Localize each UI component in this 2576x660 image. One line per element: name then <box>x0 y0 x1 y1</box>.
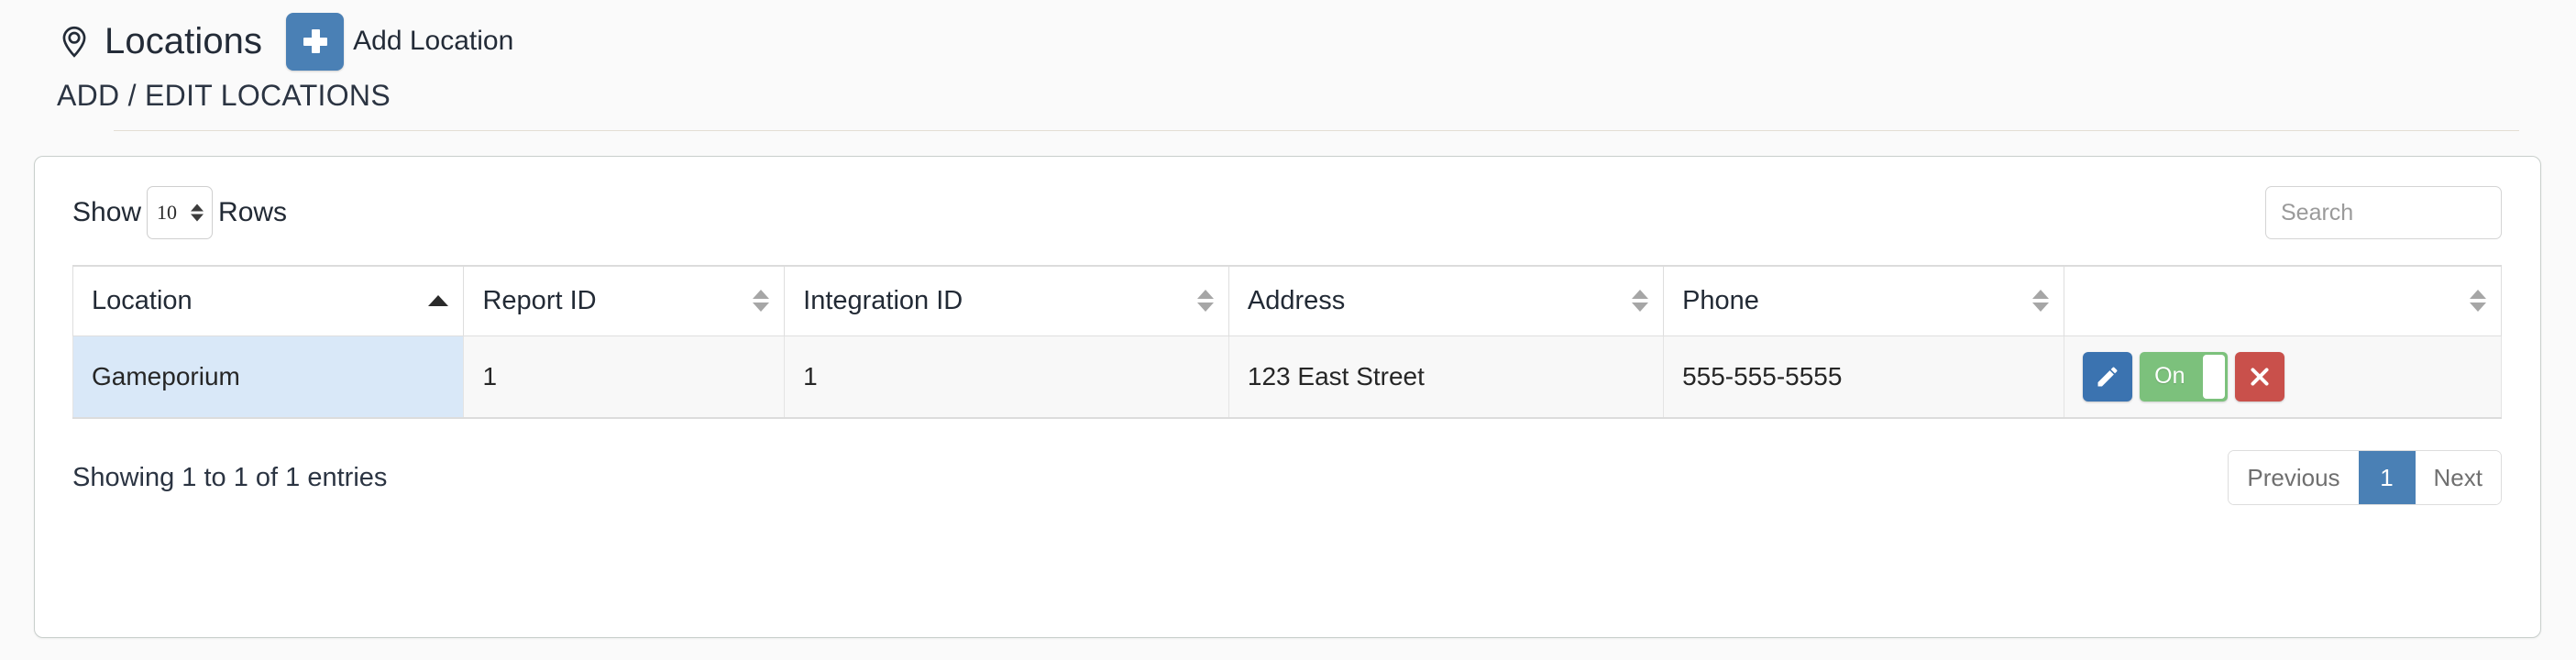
sort-ascending-icon[interactable] <box>428 295 449 307</box>
table-controls: Show 10 Rows <box>35 157 2540 239</box>
column-header-label: Report ID <box>482 285 597 315</box>
header-divider <box>114 130 2519 131</box>
show-rows-control: Show 10 Rows <box>72 186 287 239</box>
column-header-report-id[interactable]: Report ID <box>463 265 786 336</box>
column-header-location[interactable]: Location <box>72 265 465 336</box>
cell-location: Gameporium <box>72 335 465 419</box>
close-x-icon <box>2248 365 2272 389</box>
cell-phone: 555-555-5555 <box>1663 335 2065 419</box>
entries-info: Showing 1 to 1 of 1 entries <box>72 462 388 492</box>
add-location-label[interactable]: Add Location <box>353 26 513 57</box>
sort-toggle-icon[interactable] <box>2032 290 2050 313</box>
column-header-phone[interactable]: Phone <box>1663 265 2065 336</box>
delete-location-button[interactable] <box>2235 351 2285 402</box>
column-header-integration-id[interactable]: Integration ID <box>784 265 1229 336</box>
table-footer: Showing 1 to 1 of 1 entries Previous 1 N… <box>35 419 2540 505</box>
sort-toggle-icon[interactable] <box>753 290 770 313</box>
cell-report-id: 1 <box>463 335 786 419</box>
locations-card: Show 10 Rows Location Report ID <box>34 156 2541 638</box>
pencil-icon <box>2095 364 2120 390</box>
title-row: Locations Add Location <box>57 12 2576 71</box>
column-header-label: Integration ID <box>803 285 963 315</box>
pagination-next[interactable]: Next <box>2415 451 2501 504</box>
location-status-toggle[interactable]: On <box>2140 351 2229 402</box>
rows-label: Rows <box>218 197 288 227</box>
table-row[interactable]: Gameporium 1 1 123 East Street 555-555-5… <box>72 335 2502 419</box>
rows-per-page-value: 10 <box>157 201 178 224</box>
sort-toggle-icon[interactable] <box>1632 290 1649 313</box>
rows-per-page-stepper[interactable]: 10 <box>147 186 214 239</box>
pagination: Previous 1 Next <box>2228 450 2502 505</box>
cell-address: 123 East Street <box>1227 335 1665 419</box>
table-header-row: Location Report ID Integration ID Addres… <box>72 265 2502 336</box>
sort-toggle-icon[interactable] <box>1196 290 1214 313</box>
column-header-label: Phone <box>1682 285 1759 315</box>
show-label: Show <box>72 197 142 227</box>
pagination-previous[interactable]: Previous <box>2229 451 2359 504</box>
toggle-label: On <box>2154 363 2185 390</box>
pagination-page-1[interactable]: 1 <box>2358 451 2416 504</box>
column-header-label: Location <box>92 285 193 315</box>
stepper-arrows-icon[interactable] <box>191 204 204 222</box>
edit-location-button[interactable] <box>2083 351 2133 402</box>
cell-actions: On <box>2064 335 2502 419</box>
page-title: Locations <box>105 21 263 61</box>
cell-integration-id: 1 <box>784 335 1229 419</box>
page-subtitle: ADD / EDIT LOCATIONS <box>57 79 391 112</box>
locations-table: Location Report ID Integration ID Addres… <box>72 265 2502 419</box>
plus-icon <box>302 28 329 55</box>
add-location-button[interactable] <box>286 12 345 71</box>
toggle-knob <box>2203 354 2226 399</box>
row-actions: On <box>2083 351 2482 402</box>
page-header: Locations Add Location ADD / EDIT LOCATI… <box>0 0 2576 131</box>
map-pin-icon <box>57 24 92 59</box>
column-header-label: Address <box>1247 285 1346 315</box>
sort-toggle-icon[interactable] <box>2470 290 2486 313</box>
search-input[interactable] <box>2265 186 2502 239</box>
column-header-actions[interactable] <box>2064 265 2502 336</box>
column-header-address[interactable]: Address <box>1227 265 1665 336</box>
